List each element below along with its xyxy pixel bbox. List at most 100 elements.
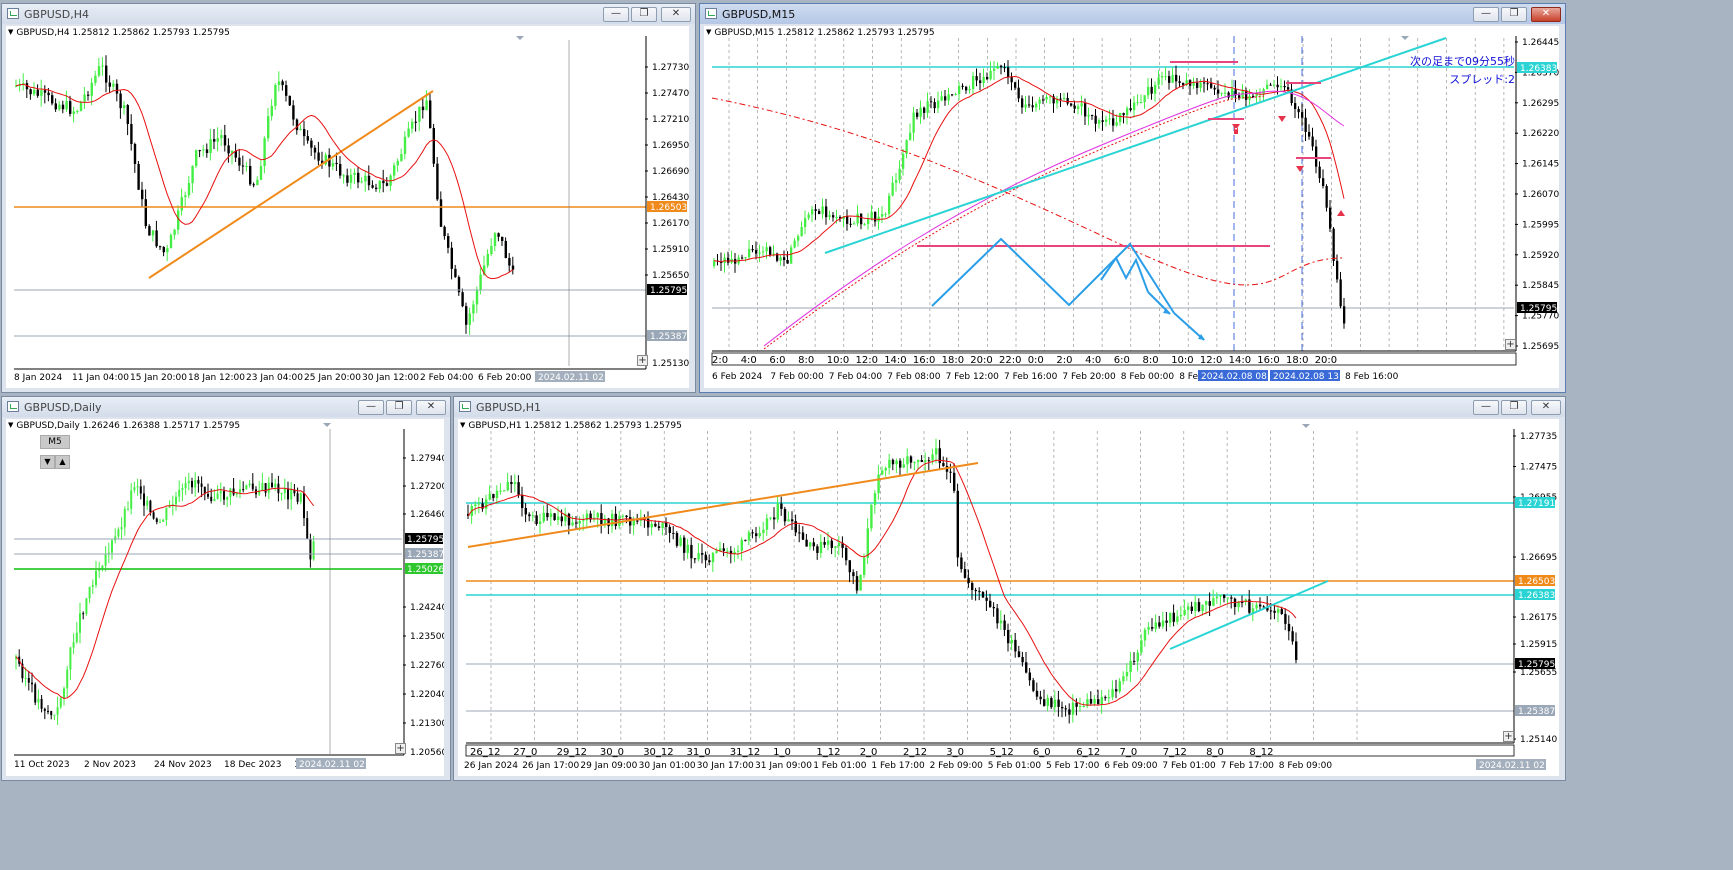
window-gbpusd-h1[interactable]: GBPUSD,H1 — ❐ ✕ 1.277351.274751.269551.2… xyxy=(453,396,1566,781)
candle-body xyxy=(1237,601,1240,608)
candle-body xyxy=(50,711,53,716)
candle-body xyxy=(1105,119,1108,122)
hour-label: 12:0 xyxy=(1200,355,1222,366)
price-label: 1.27475 xyxy=(1520,463,1557,473)
minimize-button[interactable]: — xyxy=(358,400,384,415)
plus-icon[interactable]: + xyxy=(1503,731,1514,742)
cyan-price-tag: 1.26383 xyxy=(1520,64,1557,74)
minimize-button[interactable]: — xyxy=(1473,400,1499,415)
candle-body xyxy=(924,460,927,462)
window-gbpusd-m15[interactable]: GBPUSD,M15 — ❐ ✕ 1.26445 1.26370 1.26295… xyxy=(699,3,1566,393)
minimize-button[interactable]: — xyxy=(1473,7,1499,22)
candle-body xyxy=(159,246,162,248)
candle-body xyxy=(1217,89,1220,94)
candle-body xyxy=(1017,651,1021,657)
candle-body xyxy=(1287,623,1291,632)
plus-icon[interactable]: + xyxy=(395,743,406,754)
candle-body xyxy=(1339,279,1342,307)
candle-body xyxy=(1087,114,1090,117)
candle-body xyxy=(790,247,793,264)
candle-body xyxy=(560,516,563,522)
price-label: 1.24240 xyxy=(410,603,444,613)
time-label: 1 Feb 17:00 xyxy=(871,761,925,771)
candle-body xyxy=(283,488,286,494)
timeframe-widget[interactable]: M5 ▼ ▲ xyxy=(40,435,70,469)
titlebar[interactable]: GBPUSD,H1 — ❐ ✕ xyxy=(454,397,1565,417)
window-gbpusd-daily[interactable]: GBPUSD,Daily — ❐ ✕ 1.27940 1.27200 1.26460… xyxy=(1,396,451,781)
candle-body xyxy=(675,533,679,546)
candle-body xyxy=(758,533,761,537)
price-chart: 1.27940 1.27200 1.26460 1.24240 1.23500 1.227… xyxy=(14,423,444,770)
chart-area[interactable]: 1.27940 1.27200 1.26460 1.24240 1.23500 1.227… xyxy=(6,419,444,776)
hour-label: 22:0 xyxy=(999,355,1021,366)
chart-legend: GBPUSD,H4 1.25812 1.25862 1.25793 1.2579… xyxy=(8,28,229,38)
candle-body xyxy=(299,493,302,502)
titlebar[interactable]: GBPUSD,M15 — ❐ ✕ xyxy=(700,4,1565,24)
candle-body xyxy=(1045,96,1048,100)
candle-body xyxy=(120,527,123,530)
candle-body xyxy=(1205,601,1208,605)
candle-body xyxy=(713,260,716,266)
candle-body xyxy=(553,513,556,521)
candle-body xyxy=(493,233,497,246)
close-button[interactable]: ✕ xyxy=(661,7,691,22)
candle-body xyxy=(1161,76,1164,78)
chart-area[interactable]: 1.27730 1.27470 1.27210 1.26950 1.26690 1.264… xyxy=(6,26,689,388)
chart-area[interactable]: 1.277351.274751.269551.266951.261751.259… xyxy=(458,419,1559,776)
candle-body xyxy=(1212,598,1215,606)
candle-body xyxy=(1201,604,1204,612)
candle-body xyxy=(450,247,453,269)
candle-body xyxy=(162,519,165,522)
time-label: 5 Feb 17:00 xyxy=(1046,761,1100,771)
candle-body xyxy=(27,677,30,683)
arrow-down-icon[interactable]: ▼ xyxy=(40,455,55,469)
price-label: 1.23500 xyxy=(410,632,444,642)
separator-label: 30_0 xyxy=(600,747,624,758)
candle-body xyxy=(1112,118,1115,126)
separator-label: 8_0 xyxy=(1206,747,1224,758)
candle-body xyxy=(226,496,229,500)
candle-body xyxy=(1241,601,1244,603)
candle-body xyxy=(439,199,443,227)
candle-body xyxy=(916,112,919,117)
restore-button[interactable]: ❐ xyxy=(631,7,657,22)
price-label: 1.27940 xyxy=(410,454,444,464)
candle-body xyxy=(56,707,59,715)
candle-body xyxy=(1101,120,1104,122)
price-label: 1.26220 xyxy=(1522,129,1559,139)
separator-label: 2_0 xyxy=(860,747,878,758)
titlebar[interactable]: GBPUSD,Daily — ❐ ✕ xyxy=(2,397,450,417)
window-gbpusd-h4[interactable]: GBPUSD,H4 — ❐ ✕ 1.27730 1.27470 1.27210 1.2… xyxy=(1,3,696,393)
candle-body xyxy=(267,482,270,493)
restore-button[interactable]: ❐ xyxy=(1501,400,1527,415)
minimize-button[interactable]: — xyxy=(603,7,629,22)
candle-body xyxy=(151,230,155,236)
candle-body xyxy=(1284,613,1287,624)
restore-button[interactable]: ❐ xyxy=(386,400,412,415)
hour-label: 20:0 xyxy=(970,355,992,366)
arrow-up-icon[interactable]: ▲ xyxy=(55,455,70,469)
candle-body xyxy=(1175,74,1178,82)
candle-body xyxy=(245,485,248,490)
candle-body xyxy=(155,230,158,247)
candle-body xyxy=(114,536,117,541)
candle-body xyxy=(184,483,187,489)
candle-body xyxy=(701,553,704,555)
candle-body xyxy=(88,586,91,599)
close-button[interactable]: ✕ xyxy=(1531,400,1561,415)
candle-body xyxy=(521,494,524,509)
plus-icon[interactable]: + xyxy=(1505,339,1516,350)
close-button[interactable]: ✕ xyxy=(1531,7,1561,22)
titlebar[interactable]: GBPUSD,H4 — ❐ ✕ xyxy=(2,4,695,24)
candle-body xyxy=(657,526,661,528)
candle-body xyxy=(1007,629,1010,644)
plus-icon[interactable]: + xyxy=(637,355,648,366)
candle-body xyxy=(913,462,916,464)
candle-body xyxy=(996,65,999,69)
candle-body xyxy=(195,150,198,167)
restore-button[interactable]: ❐ xyxy=(1501,7,1527,22)
candle-body xyxy=(888,195,891,214)
candle-body xyxy=(130,123,133,144)
close-button[interactable]: ✕ xyxy=(416,400,446,415)
chart-area[interactable]: 1.26445 1.26370 1.26295 1.26220 1.26145 1.260… xyxy=(704,26,1559,388)
